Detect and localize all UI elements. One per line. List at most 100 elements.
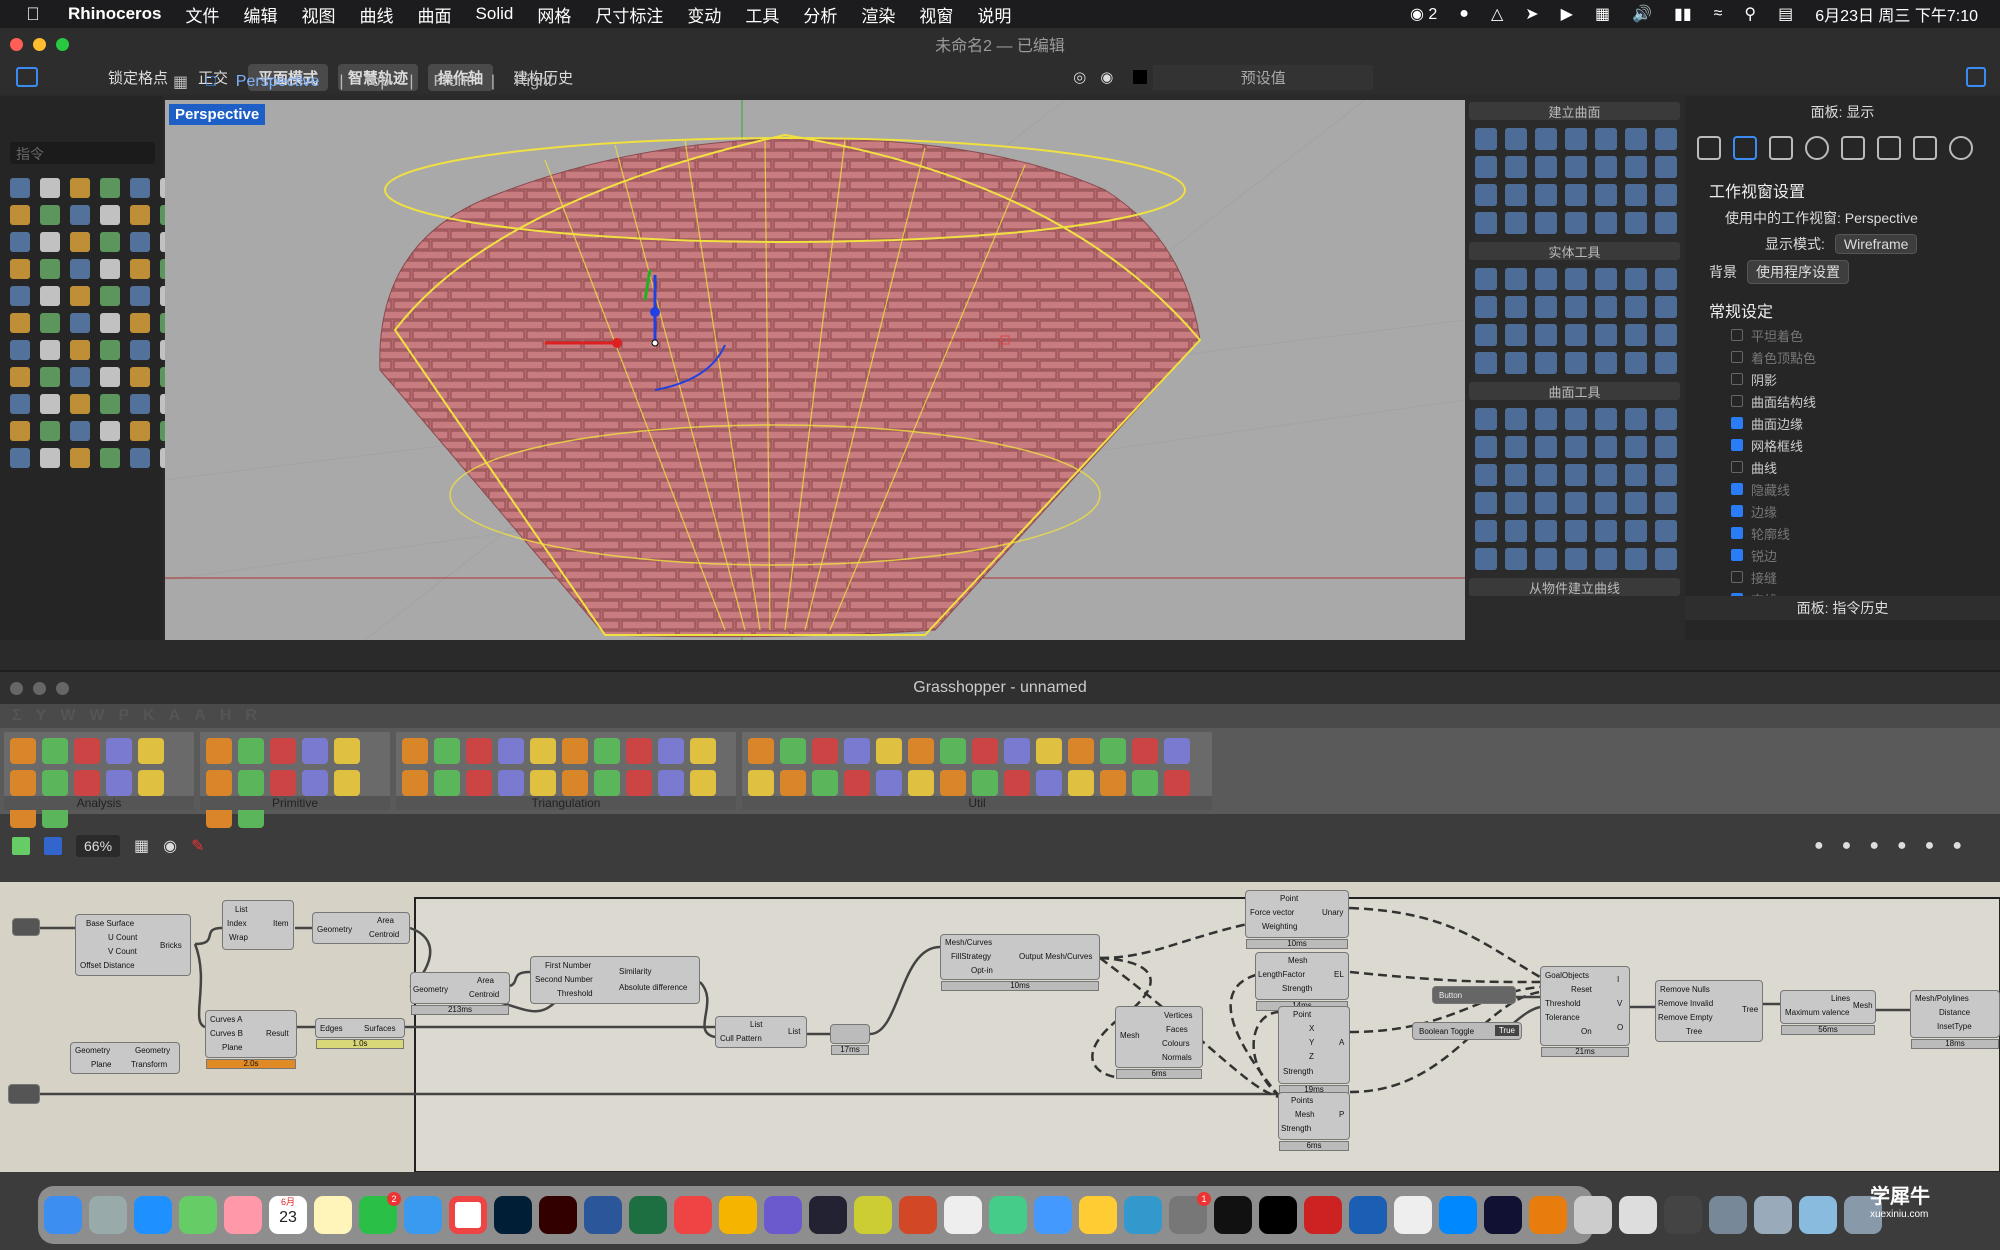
launchpad-icon[interactable] [89, 1196, 127, 1234]
menu-help[interactable]: 说明 [977, 2, 1011, 27]
gh-preview-icon[interactable]: ◉ [163, 836, 177, 856]
object-icon[interactable] [1805, 136, 1829, 160]
gh-component-icon[interactable] [876, 770, 902, 796]
palette-tool-icon[interactable] [1505, 464, 1527, 486]
display-checkbox[interactable]: 曲面边缘 [1731, 414, 2000, 432]
gh-preview-mode-icons[interactable]: ●●●●●● [1814, 837, 1980, 855]
gh-component-icon[interactable] [334, 770, 360, 796]
palette-tool-icon[interactable] [1655, 548, 1677, 570]
command-input[interactable]: 指令 [10, 142, 155, 164]
rhino-dock-icon[interactable] [1394, 1196, 1432, 1234]
palette-tool-icon[interactable] [1535, 128, 1557, 150]
palette-tool-icon[interactable] [1535, 324, 1557, 346]
palette-tool-icon[interactable] [1595, 352, 1617, 374]
rhino-tool-icon[interactable] [130, 448, 150, 468]
tab-top[interactable]: Top [364, 73, 390, 91]
gh-node-transform[interactable]: Geometry Plane Geometry Transform [70, 1042, 180, 1074]
palette-tool-icon[interactable] [1565, 128, 1587, 150]
palette-tool-icon[interactable] [1475, 296, 1497, 318]
gh-component-icon[interactable] [206, 770, 232, 796]
gh-component-icon[interactable] [658, 770, 684, 796]
gh-component-icon[interactable] [1164, 738, 1190, 764]
gh-component-icon[interactable] [844, 770, 870, 796]
gh-component-icon[interactable] [334, 738, 360, 764]
gh-component-icon[interactable] [1164, 770, 1190, 796]
checkbox-box[interactable] [1731, 351, 1743, 363]
palette-tool-icon[interactable] [1535, 184, 1557, 206]
control-center-icon[interactable]: ▤ [1778, 4, 1793, 24]
palette-tool-icon[interactable] [1655, 324, 1677, 346]
perspective-viewport[interactable]: Perspective [165, 100, 1465, 640]
rhino-tool-icon[interactable] [40, 367, 60, 387]
menu-render[interactable]: 渲染 [861, 2, 895, 27]
rhino-tool-icon[interactable] [10, 340, 30, 360]
gh-component-icon[interactable] [42, 738, 68, 764]
palette-tool-icon[interactable] [1625, 436, 1647, 458]
rhino-tool-icon[interactable] [10, 232, 30, 252]
rhino-tool-icon[interactable] [130, 421, 150, 441]
checkbox-box[interactable] [1731, 373, 1743, 385]
system-settings-icon[interactable]: 1 [1169, 1192, 1211, 1234]
gh-node-list-item[interactable]: List Index Wrap Item [222, 900, 294, 950]
gh-node-solver[interactable]: GoalObjects Reset Threshold Tolerance On… [1540, 966, 1630, 1057]
rhino-tool-icon[interactable] [70, 448, 90, 468]
rhino-tool-icon[interactable] [130, 259, 150, 279]
gh-component-icon[interactable] [1036, 738, 1062, 764]
menu-mesh[interactable]: 网格 [537, 2, 571, 27]
palette-tool-icon[interactable] [1625, 492, 1647, 514]
rhino-tool-icon[interactable] [130, 313, 150, 333]
gh-component-icon[interactable] [594, 770, 620, 796]
gh-component-icon[interactable] [530, 770, 556, 796]
rhino-tool-icon[interactable] [130, 178, 150, 198]
display-checkbox[interactable]: 曲线 [1731, 458, 2000, 476]
materials-icon[interactable] [1841, 136, 1865, 160]
rhino-tool-icon[interactable] [130, 205, 150, 225]
rhino-tool-icon[interactable] [40, 313, 60, 333]
palette-tool-icon[interactable] [1565, 268, 1587, 290]
gh-component-icon[interactable] [1100, 738, 1126, 764]
gh-tab[interactable]: Σ [12, 707, 22, 725]
checkbox-box[interactable] [1731, 505, 1743, 517]
grid-layout-icon[interactable]: ▦ [173, 72, 188, 92]
palette-tool-icon[interactable] [1595, 128, 1617, 150]
activity-monitor-icon[interactable] [1214, 1196, 1252, 1234]
numbers-icon[interactable] [989, 1196, 1027, 1234]
gh-component-icon[interactable] [74, 738, 100, 764]
rhino-tool-icon[interactable] [70, 367, 90, 387]
rhino-tool-icon[interactable] [10, 448, 30, 468]
rhino-tool-icon[interactable] [100, 421, 120, 441]
gh-tab[interactable]: W [60, 707, 75, 725]
creative-cloud-icon[interactable]: △ [1491, 4, 1503, 24]
gh-component-icon[interactable] [10, 738, 36, 764]
gh-component-icon[interactable] [206, 738, 232, 764]
rhino-tool-icon[interactable] [40, 205, 60, 225]
rhino-tool-icon[interactable] [40, 421, 60, 441]
palette-tool-icon[interactable] [1595, 520, 1617, 542]
palette-tool-icon[interactable] [1535, 268, 1557, 290]
palette-tool-icon[interactable] [1595, 492, 1617, 514]
checkbox-box[interactable] [1731, 417, 1743, 429]
palette-tool-icon[interactable] [1625, 352, 1647, 374]
gh-save-icon[interactable] [44, 837, 62, 855]
palette-tool-icon[interactable] [1655, 128, 1677, 150]
palette-tool-icon[interactable] [1565, 352, 1587, 374]
gh-tab[interactable]: K [143, 707, 155, 725]
background-select[interactable]: 使用程序设置 [1747, 260, 1849, 284]
gh-node-bricks[interactable]: Base Surface U Count V Count Offset Dist… [75, 914, 191, 976]
menu-dimension[interactable]: 尺寸标注 [595, 2, 663, 27]
palette-tool-icon[interactable] [1565, 520, 1587, 542]
checkbox-box[interactable] [1731, 549, 1743, 561]
tab-front[interactable]: Front [434, 73, 471, 91]
rhino-tool-icon[interactable] [10, 394, 30, 414]
palette-tool-icon[interactable] [1595, 268, 1617, 290]
palette-tool-icon[interactable] [1535, 548, 1557, 570]
gh-component-icon[interactable] [780, 738, 806, 764]
palette-tool-icon[interactable] [1475, 324, 1497, 346]
safari-icon[interactable] [134, 1196, 172, 1234]
gh-tab[interactable]: R [245, 707, 257, 725]
gh-component-icon[interactable] [562, 770, 588, 796]
palette-tool-icon[interactable] [1655, 408, 1677, 430]
gh-component-icon[interactable] [780, 770, 806, 796]
gh-node-meshcurves[interactable]: Mesh/Curves FillStrategy Opt-in Output M… [940, 934, 1100, 991]
menu-app[interactable]: Rhinoceros [68, 4, 162, 24]
